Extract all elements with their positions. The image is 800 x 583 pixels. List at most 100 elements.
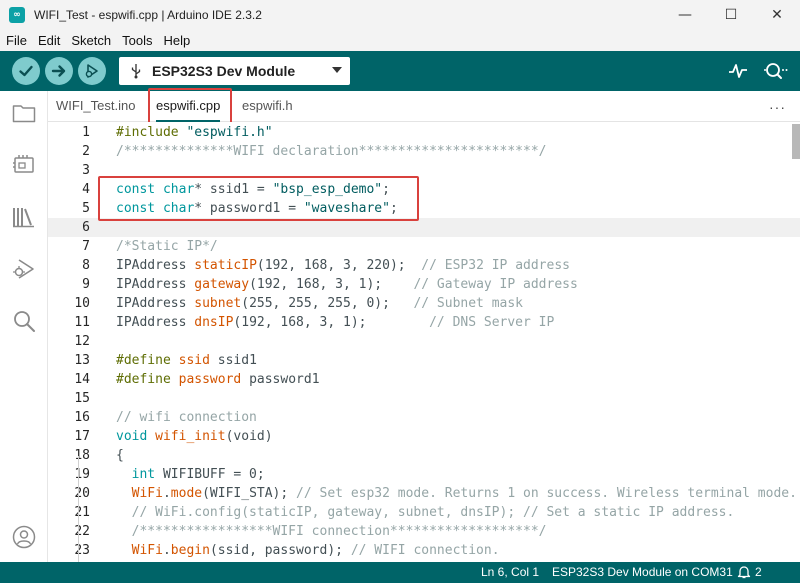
chevron-down-icon[interactable] [332,67,342,73]
board-selector[interactable]: ESP32S3 Dev Module [119,57,350,85]
code-line[interactable]: 3 [48,161,800,180]
code-line[interactable]: 4 const char* ssid1 = "bsp_esp_demo"; [48,180,800,199]
library-manager-button[interactable] [11,204,37,230]
code-line[interactable]: 10 IPAddress subnet(255, 255, 255, 0); //… [48,294,800,313]
code-token: { [116,448,124,463]
window-title: WIFI_Test - espwifi.cpp | Arduino IDE 2.… [34,8,262,22]
profile-button[interactable] [11,524,37,550]
tab-espwifi-h[interactable]: espwifi.h [242,91,293,121]
sidebar [0,91,48,562]
serial-monitor-button[interactable] [762,61,788,81]
line-number: 12 [74,334,90,349]
code-token: char [162,201,195,216]
code-line[interactable]: 16 // wifi connection [48,408,800,427]
code-token: /**************WIFI declaration*********… [116,144,547,159]
menu-sketch[interactable]: Sketch [71,33,111,48]
code-line[interactable]: 13 #define ssid ssid1 [48,351,800,370]
code-text: #define password password1 [116,370,320,389]
folder-icon [12,105,36,123]
arduino-logo-icon: ∞ [9,7,25,23]
user-icon [12,525,36,549]
code-line[interactable]: 14 #define password password1 [48,370,800,389]
code-token: (WIFI_STA); [202,486,297,501]
line-number: 23 [74,543,90,558]
code-line[interactable]: 5 const char* password1 = "waveshare"; [48,199,800,218]
debug-panel-button[interactable] [11,256,37,282]
indent-guide [78,456,79,562]
code-line[interactable]: 20 WiFi.mode(WIFI_STA); // Set esp32 mod… [48,484,800,503]
code-token: WiFi [116,486,163,501]
code-text: #define ssid ssid1 [116,351,257,370]
debug-button[interactable] [78,57,106,85]
code-line[interactable]: 2 /**************WIFI declaration********… [48,142,800,161]
scrollbar-thumb[interactable] [792,124,800,159]
code-token: #define [116,353,179,368]
code-token: IPAddress [116,258,195,273]
code-text: /**************WIFI declaration*********… [116,142,546,161]
code-token: * password1 = [194,201,304,216]
status-board[interactable]: ESP32S3 Dev Module on COM31 [552,565,733,579]
verify-button[interactable] [12,57,40,85]
code-line[interactable]: 18 { [48,446,800,465]
code-editor[interactable]: 1 #include "espwifi.h" 2 /**************WIF… [48,122,800,562]
code-line[interactable]: 15 [48,389,800,408]
code-line[interactable]: 7 /*Static IP*/ [48,237,800,256]
cursor-position[interactable]: Ln 6, Col 1 [481,565,539,579]
tab-espwifi-cpp[interactable]: espwifi.cpp [156,91,221,122]
code-token: // ESP32 IP address [421,258,570,273]
serial-monitor-icon [764,63,788,79]
code-text: WiFi.mode(WIFI_STA); // Set esp32 mode. … [116,484,797,503]
status-bar: Ln 6, Col 1 ESP32S3 Dev Module on COM31 … [0,562,800,583]
code-text: IPAddress staticIP(192, 168, 3, 220); //… [116,256,570,275]
code-token: password [178,372,242,387]
code-line[interactable]: 11 IPAddress dnsIP(192, 168, 3, 1); // DN… [48,313,800,332]
code-line[interactable]: 6 [48,218,800,237]
menu-tools[interactable]: Tools [122,33,152,48]
close-button[interactable]: ✕ [754,0,800,30]
line-number: 4 [82,182,90,197]
boards-manager-button[interactable] [11,152,37,178]
code-text: /*Static IP*/ [116,237,218,256]
menu-file[interactable]: File [6,33,27,48]
code-line[interactable]: 19 int WIFIBUFF = 0; [48,465,800,484]
code-token: wifi_init [155,429,226,444]
code-token: mode [170,486,203,501]
code-line[interactable]: 9 IPAddress gateway(192, 168, 3, 1); // G… [48,275,800,294]
code-token: // WiFi.config(staticIP, gateway, subnet… [116,505,735,520]
code-token: IPAddress [116,277,195,292]
sketchbook-button[interactable] [11,100,37,126]
code-token: const [116,182,163,197]
code-token: staticIP [194,258,257,273]
serial-plotter-button[interactable] [728,62,748,80]
maximize-button[interactable]: ☐ [708,0,754,30]
menu-bar: File Edit Sketch Tools Help [0,30,800,51]
code-line[interactable]: 12 [48,332,800,351]
code-token: subnet [194,296,242,311]
code-token: ssid1 [209,353,257,368]
code-token: ssid [178,353,210,368]
code-line[interactable]: 21 // WiFi.config(staticIP, gateway, sub… [48,503,800,522]
code-token: WiFi [116,543,163,558]
code-token: (192, 168, 3, 1); [233,315,430,330]
code-line[interactable]: 22 /*****************WIFI connection****… [48,522,800,541]
minimize-button[interactable]: — [662,0,708,30]
code-token: // wifi connection [116,410,257,425]
tab-wifi-test-ino[interactable]: WIFI_Test.ino [56,91,135,121]
title-bar: ∞ WIFI_Test - espwifi.cpp | Arduino IDE … [0,0,800,30]
code-text: IPAddress dnsIP(192, 168, 3, 1); // DNS … [116,313,554,332]
line-number: 10 [74,296,90,311]
code-text: IPAddress gateway(192, 168, 3, 1); // Ga… [116,275,578,294]
code-text: /*****************WIFI connection*******… [116,522,547,541]
code-line[interactable]: 8 IPAddress staticIP(192, 168, 3, 220); /… [48,256,800,275]
code-line[interactable]: 1 #include "espwifi.h" [48,123,800,142]
more-options-icon[interactable]: ··· [769,99,786,115]
code-line[interactable]: 17 void wifi_init(void) [48,427,800,446]
code-line[interactable]: 23 WiFi.begin(ssid, password); // WIFI c… [48,541,800,560]
upload-button[interactable] [45,57,73,85]
code-text: // WiFi.config(staticIP, gateway, subnet… [116,503,735,522]
notifications-button[interactable]: 2 [737,565,762,579]
line-number: 13 [74,353,90,368]
menu-help[interactable]: Help [163,33,190,48]
search-button[interactable] [11,308,37,334]
menu-edit[interactable]: Edit [38,33,60,48]
